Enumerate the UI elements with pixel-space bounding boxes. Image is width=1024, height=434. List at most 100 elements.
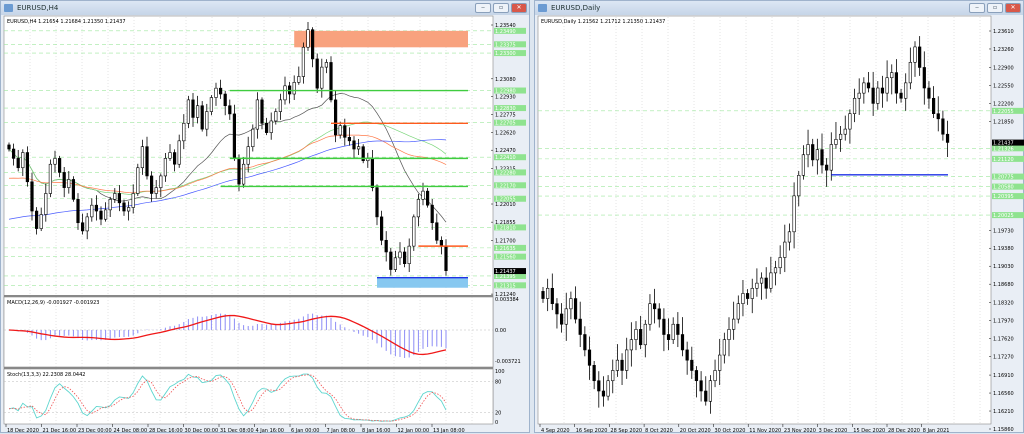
level-price-label: 1.21810 [495,225,516,231]
macd-scale-label: 0.00 [495,328,506,334]
bear-candle [894,72,899,94]
price-axis-label: 1.18680 [993,282,1014,288]
bear-candle [375,187,379,218]
bear-candle [191,99,195,118]
price-axis-label: 1.22775 [495,113,516,119]
bear-candle [704,390,708,402]
bull-candle [606,380,610,397]
level-price-label: 1.23490 [495,29,516,35]
bear-candle [657,308,661,320]
h4-window-titlebar[interactable]: EURUSD,H4 ‒ ▫ ✕ [1,1,529,15]
bull-candle [44,193,48,215]
bear-candle [173,152,177,165]
bear-candle [310,29,315,60]
bull-candle [140,146,145,169]
bull-candle [159,175,163,188]
bear-candle [71,179,75,200]
bear-candle [550,287,554,304]
time-axis-label: 28 Dec 2020 [888,428,920,434]
stoch-scale-label: 100 [495,369,505,375]
chart-header: EURUSD,Daily 1.21562 1.21712 1.21350 1.2… [541,19,665,25]
close-button[interactable]: ✕ [511,3,527,13]
bear-candle [699,380,703,392]
bull-candle [104,209,108,220]
bull-candle [648,303,652,325]
bear-candle [150,175,154,194]
current-price-label: 1.21437 [495,269,516,275]
bear-candle [559,313,564,325]
bull-candle [398,251,402,259]
h4-chart-window[interactable]: EURUSD,H4 ‒ ▫ ✕ 1.23540 1.23080 1.22930 1.2… [0,0,531,434]
level-price-label: 1.22980 [495,89,516,95]
bull-candle [90,204,94,218]
h4-chart-canvas[interactable]: 1.235401.230801.229301.227751.226201.224… [1,15,531,434]
price-axis-label: 1.19380 [993,246,1014,252]
price-axis-label: 1.17270 [993,355,1014,361]
level-price-label: 1.21120 [993,157,1014,163]
bear-candle [315,58,319,89]
bull-candle [407,245,411,264]
current-price-label: 1.21437 [993,141,1014,147]
price-axis-label: 1.18320 [993,301,1014,307]
bear-candle [439,239,444,247]
level-price-label: 1.21326 [993,146,1014,152]
bear-candle [347,137,352,142]
bear-candle [352,140,356,150]
bear-candle [333,99,338,136]
time-axis-label: 8 Jan 16:00 [362,428,390,434]
h4-window-title: EURUSD,H4 [17,4,59,12]
price-axis-label: 1.23610 [993,29,1014,35]
bull-candle [801,154,806,176]
time-axis-label: 16 Sep 2020 [576,428,608,434]
bull-candle [163,158,168,177]
bull-candle [885,77,889,94]
bull-candle [759,277,764,284]
level-price-label: 1.20580 [993,185,1014,191]
bear-candle [145,146,149,177]
bear-candle [931,97,936,114]
maximize-button[interactable]: ▫ [493,3,509,13]
time-axis-label: 3 Dec 2020 [819,428,848,434]
bear-candle [653,303,657,310]
bear-candle [260,99,264,124]
maximize-button[interactable]: ▫ [987,3,1003,13]
minimize-button[interactable]: ‒ [969,3,985,13]
time-axis-label: 6 Jan 00:00 [291,428,319,434]
bear-candle [583,334,587,351]
bear-candle [927,87,931,99]
stoch-scale-label: 0 [495,420,498,426]
bull-candle [750,287,754,299]
bull-candle [546,287,550,299]
time-axis-label: 4 Jan 16:00 [256,428,284,434]
bull-candle [913,46,917,63]
price-axis-label: 1.23080 [495,77,516,83]
bull-candle [421,190,425,200]
bull-candle [634,329,638,340]
bear-candle [444,245,448,272]
time-axis-label: 28 Dec 16:00 [149,428,183,434]
daily-window-titlebar[interactable]: EURUSD,Daily ‒ ▫ ✕ [535,1,1023,15]
daily-chart-window[interactable]: EURUSD,Daily ‒ ▫ ✕ 1.23610 1.23260 1.22900… [534,0,1024,434]
bull-candle [255,99,260,130]
close-button[interactable]: ✕ [1005,3,1021,13]
bear-candle [573,298,578,320]
daily-chart-canvas[interactable]: 1.23610 1.23260 1.22900 1.22550 1.22200 1.218… [535,15,1024,434]
level-price-label: 1.22170 [495,183,516,189]
bear-candle [922,67,926,89]
bull-candle [136,167,140,194]
minimize-button[interactable]: ‒ [475,3,491,13]
bull-candle [806,144,810,156]
bear-candle [237,158,241,185]
chart-header: EURUSD,H4 1.21654 1.21684 1.21350 1.2143… [7,19,126,25]
bear-candle [16,158,20,169]
bear-candle [880,87,885,94]
bull-candle [815,149,819,161]
time-axis-label: 4 Sep 2020 [541,428,570,434]
bull-candle [838,133,843,140]
price-zone [377,277,468,288]
price-axis-label: 1.21850 [993,119,1014,125]
price-axis-label: 1.15860 [993,427,1014,433]
bull-candle [671,323,675,340]
macd-label: MACD(12,26,9) -0.001927 -0.001923 [7,300,99,306]
bull-candle [848,113,852,130]
